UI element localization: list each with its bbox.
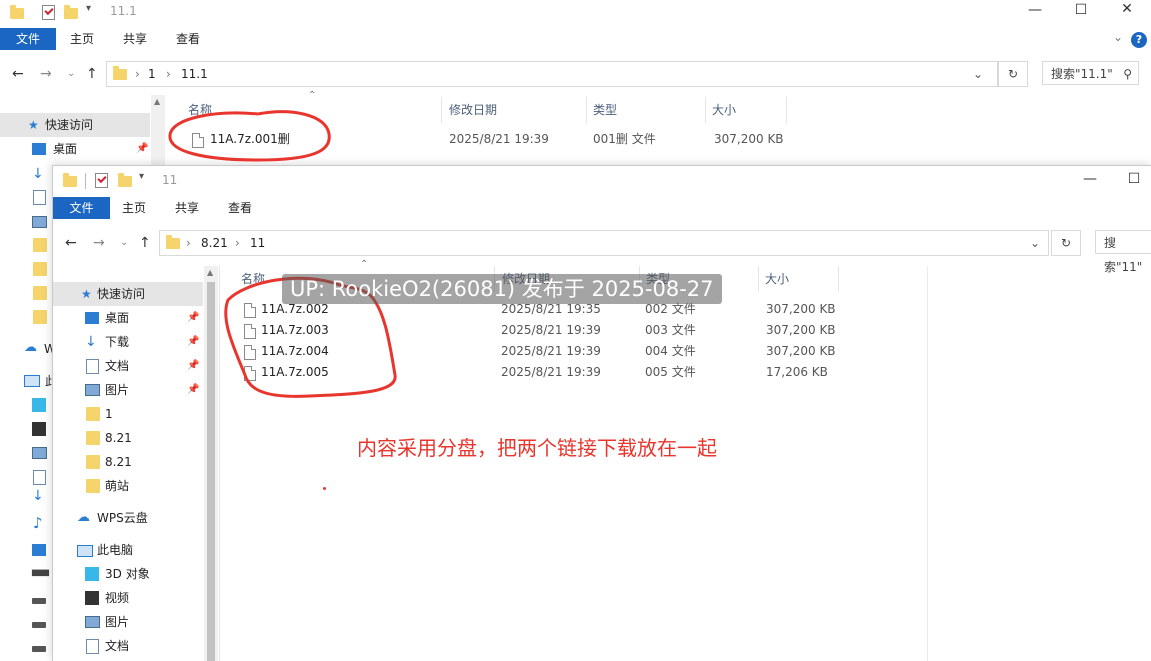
watermark-text: UP: RookieO2(26081) 发布于 2025-08-27 (282, 274, 722, 304)
annotation-text: 内容采用分盘，把两个链接下载放在一起 (357, 436, 717, 460)
annotation-overlay (168, 110, 397, 398)
annotation-circle-back (168, 110, 331, 162)
